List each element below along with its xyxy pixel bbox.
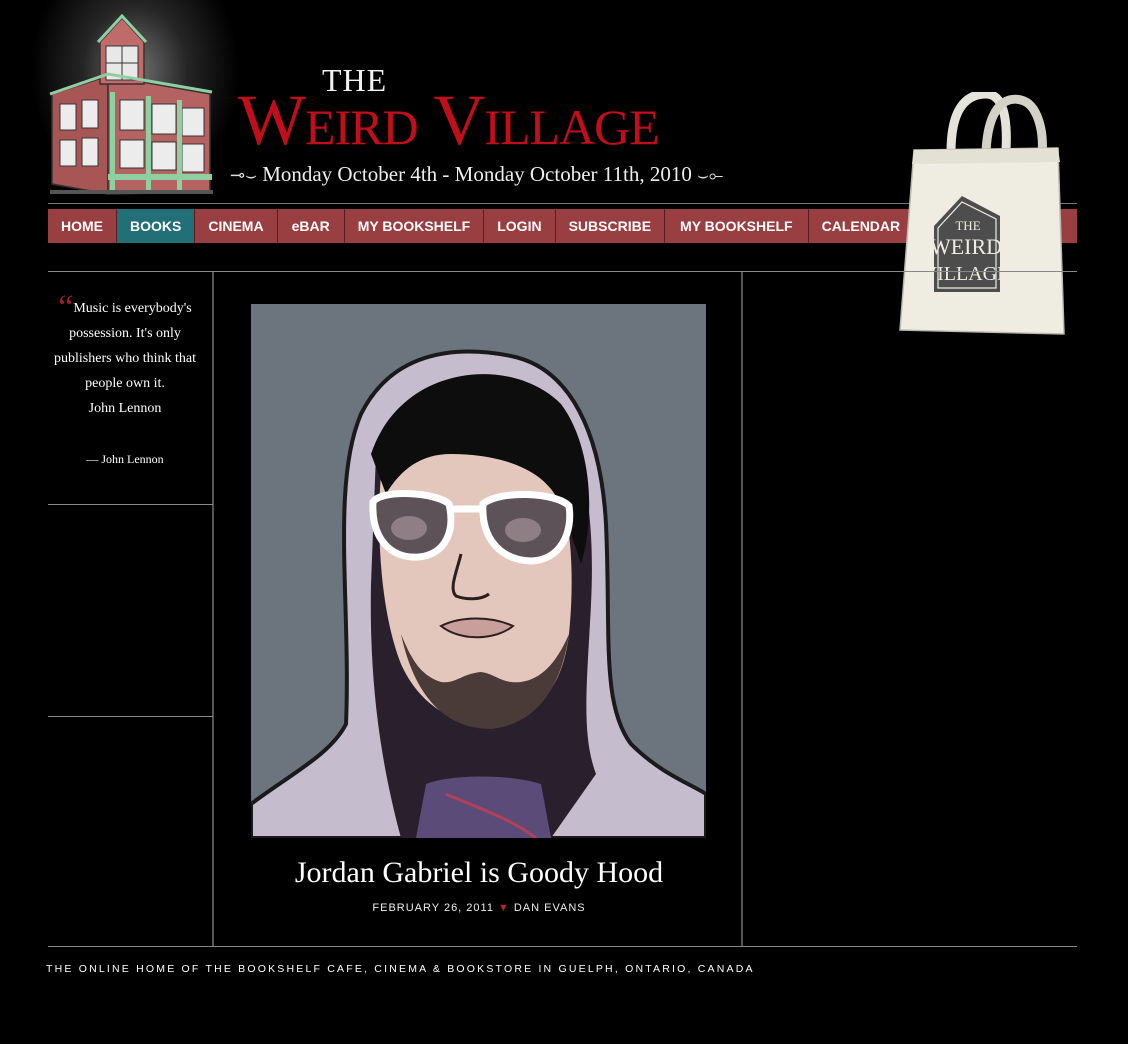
triangle-down-icon: ▼ [497, 902, 510, 914]
date-range: ⊸⌣ Monday October 4th - Monday October 1… [230, 162, 723, 187]
post-title[interactable]: Jordan Gabriel is Goody Hood [215, 856, 743, 890]
post-featured-image[interactable] [251, 304, 706, 838]
nav-item-my-bookshelf[interactable]: MY BOOKSHELF [345, 209, 485, 243]
left-column-divider [212, 272, 214, 947]
content-bottom-divider [48, 946, 1077, 947]
nav-item-subscribe[interactable]: SUBSCRIBE [556, 209, 666, 243]
quote-text: Music is everybody's possession. It's on… [54, 301, 196, 391]
sidebar-quote: “Music is everybody's possession. It's o… [50, 291, 200, 421]
content-top-divider [48, 271, 1077, 272]
hooded-portrait-illustration [251, 304, 706, 838]
flourish-left-icon: ⊸⌣ [230, 165, 257, 185]
sidebar-divider-2 [48, 716, 213, 717]
quote-citation: — John Lennon [86, 452, 164, 466]
nav-item-login[interactable]: LOGIN [484, 209, 556, 243]
nav-item-books[interactable]: BOOKS [117, 209, 196, 243]
quote-author-inline: John Lennon [88, 401, 162, 416]
nav-item-ebar[interactable]: eBAR [278, 209, 345, 243]
tote-bag-image[interactable]: THE WEIRD VILLAGE [896, 92, 1066, 342]
flourish-right-icon: ⌣⟜ [697, 165, 724, 185]
nav-item-cinema[interactable]: CINEMA [195, 209, 278, 243]
date-range-text: Monday October 4th - Monday October 11th… [262, 162, 692, 186]
svg-text:VILLAGE: VILLAGE [923, 263, 1010, 285]
bookshelf-building-logo[interactable] [48, 14, 213, 196]
post-meta: FEBRUARY 26, 2011 ▼ DAN EVANS [215, 902, 743, 914]
title-main: Weird Village [238, 80, 660, 160]
right-column-divider [741, 272, 743, 947]
post-author[interactable]: DAN EVANS [514, 902, 586, 914]
open-quote-icon: “ [58, 289, 74, 326]
post-date: FEBRUARY 26, 2011 [372, 902, 494, 914]
svg-text:WEIRD: WEIRD [930, 234, 1002, 259]
nav-item-home[interactable]: HOME [48, 209, 117, 243]
svg-text:THE: THE [955, 218, 980, 233]
nav-item-my-bookshelf-2[interactable]: MY BOOKSHELF [665, 209, 809, 243]
sidebar-divider-1 [48, 504, 213, 505]
footer-tagline: THE ONLINE HOME OF THE BOOKSHELF CAFE, C… [46, 963, 755, 975]
